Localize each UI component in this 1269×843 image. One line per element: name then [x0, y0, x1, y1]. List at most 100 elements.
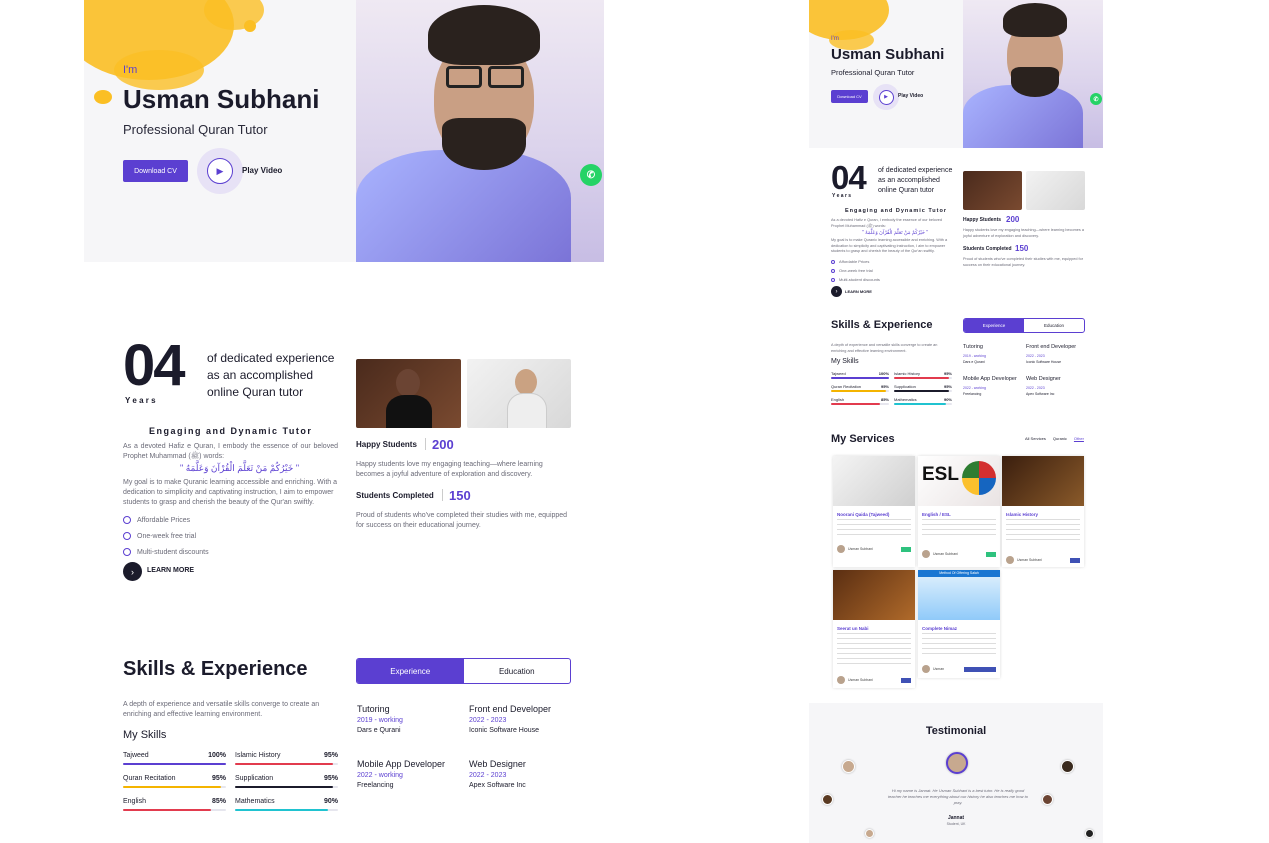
- experience-org: Iconic Software House: [1026, 360, 1062, 364]
- skill-bar-fill: [123, 786, 221, 788]
- skill-name: Supplication: [235, 775, 274, 782]
- list-item: One-week free trial: [123, 529, 209, 545]
- services-filters: All Services Quranic Other: [1025, 436, 1084, 441]
- testimonial-author-location: Student, UK: [946, 822, 966, 826]
- experience-org: Apex Software Inc: [1026, 392, 1055, 396]
- skill-percent: 95%: [323, 752, 338, 759]
- hero-section: I'm Usman Subhani Professional Quran Tut…: [84, 0, 604, 262]
- happy-students-desc: Happy students love my engaging teaching…: [356, 461, 543, 478]
- experience-years: 2022 - working: [357, 772, 403, 779]
- skill-bar-fill: [235, 786, 333, 788]
- skill-percent: 90%: [323, 798, 338, 805]
- avatar[interactable]: [1042, 794, 1053, 805]
- avatar[interactable]: [1061, 760, 1074, 773]
- check-icon: [831, 268, 835, 273]
- skill-percent: 95%: [943, 371, 952, 376]
- skill-name: English: [123, 798, 146, 805]
- service-card-seerat[interactable]: Seerat un Nabi Usman Subhani: [833, 570, 915, 688]
- skill-bar-fill: [894, 390, 950, 393]
- avatar: [922, 665, 930, 673]
- student-photo-1: [356, 359, 461, 428]
- skill-bar-fill: [831, 377, 889, 380]
- play-video-button-mobile[interactable]: ▶: [873, 84, 899, 110]
- avatar: [837, 676, 845, 684]
- experience-org: Dars e Qurani: [357, 727, 401, 734]
- status-badge: [901, 678, 911, 683]
- students-completed-desc: Proud of students who've completed their…: [356, 512, 568, 529]
- skill-percent: 85%: [880, 397, 889, 402]
- arrow-right-icon[interactable]: ›: [123, 562, 142, 581]
- skill-name: Mathematics: [235, 798, 275, 805]
- service-card-history[interactable]: Islamic History Usman Subhani: [1002, 456, 1084, 567]
- avatar[interactable]: [946, 752, 968, 774]
- skill-percent: 100%: [208, 752, 226, 759]
- play-icon: ▶: [878, 89, 894, 105]
- experience-org: Freelancing: [963, 392, 982, 396]
- tab-experience[interactable]: Experience: [357, 659, 464, 683]
- avatar[interactable]: [842, 760, 855, 773]
- experience-org: Dars e Qurani: [963, 360, 985, 364]
- check-icon: [123, 532, 131, 541]
- testimonial-quote: Hi my name is Jannat. He Usman Subhani i…: [888, 788, 1028, 805]
- filter-other[interactable]: Other: [1074, 436, 1084, 441]
- hero-name: Usman Subhani: [123, 84, 320, 114]
- status-badge: [901, 547, 911, 552]
- check-icon: [123, 516, 131, 525]
- filter-all[interactable]: All Services: [1025, 436, 1046, 441]
- skill-name: Quran Recitation: [831, 384, 862, 389]
- list-item: Multi-student discounts: [123, 545, 209, 561]
- check-icon: [123, 548, 131, 557]
- avatar[interactable]: [865, 829, 874, 838]
- skill-name: Supplication: [894, 384, 916, 389]
- skill-name: Islamic History: [894, 371, 921, 376]
- arrow-right-icon[interactable]: ›: [831, 286, 842, 297]
- play-video-label[interactable]: Play Video: [242, 166, 282, 175]
- skills-tabs: Experience Education: [356, 658, 571, 684]
- arabic-hadith: " خَيْرُكُمْ مَنْ تَعَلَّمَ الْقُرْآنَ و…: [180, 463, 300, 473]
- experience-years: 2022 - 2023: [1026, 385, 1045, 390]
- download-cv-button-mobile[interactable]: Download CV: [831, 90, 868, 103]
- experience-role: Web Designer: [469, 759, 526, 769]
- skill-bar-fill: [235, 809, 328, 811]
- feature-list: Affordable Prices One-week free trial Mu…: [123, 513, 209, 561]
- skill-percent: 90%: [943, 397, 952, 402]
- experience-org: Freelancing: [357, 782, 394, 789]
- service-card-noorani[interactable]: Noorani Qaida (Tajweed) Usman Subhani: [833, 456, 915, 567]
- skill-name: Mathematics: [894, 397, 917, 402]
- skill-percent: 100%: [878, 371, 889, 376]
- filter-quranic[interactable]: Quranic: [1053, 436, 1067, 441]
- skill-percent: 95%: [880, 384, 889, 389]
- whatsapp-icon-mobile[interactable]: ✆: [1090, 93, 1102, 105]
- skills-title: Skills & Experience: [123, 658, 308, 680]
- avatar: [1006, 556, 1014, 564]
- check-icon: [831, 259, 835, 264]
- tab-education[interactable]: Education: [464, 659, 571, 683]
- service-card-esl[interactable]: ESL English / ESL Usman Subhani: [918, 456, 1000, 567]
- avatar: [837, 545, 845, 553]
- tutor-subtitle: Engaging and Dynamic Tutor: [149, 426, 313, 436]
- hero-role: Professional Quran Tutor: [123, 122, 268, 137]
- experience-years: 2022 - working: [963, 385, 986, 390]
- download-cv-button[interactable]: Download CV: [123, 160, 188, 182]
- skill-bar-fill: [831, 403, 881, 406]
- experience-years: 2019 - working: [963, 353, 986, 358]
- whatsapp-icon[interactable]: ✆: [580, 164, 602, 186]
- experience-years: 2019 - working: [357, 717, 403, 724]
- hero-portrait-mobile: [963, 0, 1103, 148]
- status-badge: [964, 667, 996, 672]
- status-badge: [1070, 558, 1080, 563]
- skill-bar-fill: [123, 763, 226, 765]
- avatar[interactable]: [822, 794, 833, 805]
- experience-role: Web Designer: [1026, 376, 1061, 382]
- services-title: My Services: [831, 433, 895, 445]
- experience-role: Mobile App Developer: [357, 759, 446, 769]
- avatar[interactable]: [1085, 829, 1094, 838]
- skill-bar-fill: [235, 763, 333, 765]
- play-video-button[interactable]: ▶: [197, 148, 243, 194]
- service-card-nimaz[interactable]: Method Of Offering Salah Complete Nimaz …: [918, 570, 1000, 678]
- learn-more-link[interactable]: LEARN MORE: [147, 567, 194, 574]
- students-completed-count: 150: [449, 488, 471, 503]
- avatar: [922, 550, 930, 558]
- experience-role: Front end Developer: [1026, 344, 1077, 350]
- hero-intro: I'm: [123, 64, 138, 76]
